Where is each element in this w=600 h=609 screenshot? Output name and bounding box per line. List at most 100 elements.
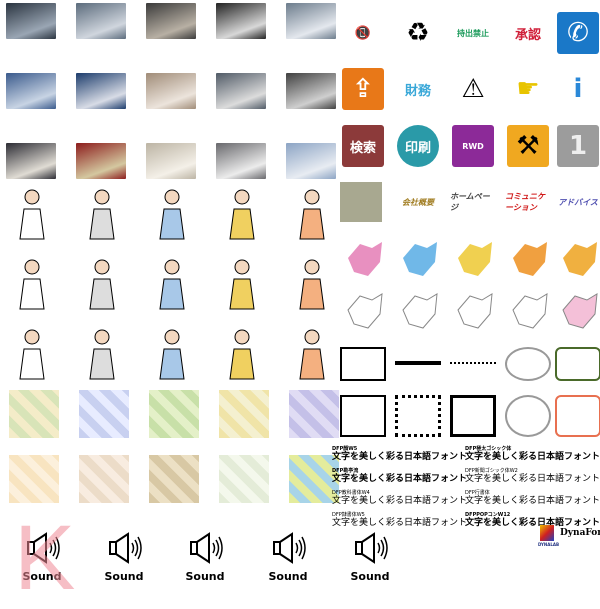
doctor-illustration[interactable] (4, 185, 60, 241)
photo-meeting[interactable] (76, 73, 126, 109)
pensive-man-illustration[interactable] (144, 325, 200, 381)
conversation-illustration[interactable] (214, 255, 270, 311)
photo-airplane[interactable] (286, 143, 336, 179)
map-region-pink[interactable] (342, 238, 386, 282)
banner-communication[interactable]: コミュニケーション (505, 192, 551, 212)
pattern-tile[interactable] (289, 390, 339, 438)
map-region-orange[interactable] (507, 238, 551, 282)
sound-button[interactable]: Sound (94, 530, 154, 583)
pattern-tile[interactable] (79, 390, 129, 438)
icon-label: ⇪ (352, 74, 374, 104)
map-outline-4[interactable] (507, 290, 551, 334)
font-sample-text: 文字を美しく彩る日本語フォント (465, 452, 600, 462)
pattern-tile[interactable] (9, 390, 59, 438)
waving-woman-illustration[interactable] (74, 255, 130, 311)
device-illustration[interactable] (4, 255, 60, 311)
font-sample-text: 文字を美しく彩る日本語フォント (332, 518, 468, 528)
photo-computer-work[interactable] (6, 73, 56, 109)
sound-button[interactable]: Sound (175, 530, 235, 583)
font-sample-text: 文字を美しく彩る日本語フォント (332, 452, 468, 462)
corner-ornament[interactable] (340, 347, 386, 381)
photo-writing[interactable] (6, 143, 56, 179)
icon-label: ⚒ (516, 131, 540, 161)
phone-man-illustration[interactable] (284, 255, 340, 311)
photo-office-people[interactable] (146, 3, 196, 39)
banner-gold[interactable]: 会社概要 (395, 193, 441, 211)
pattern-tile[interactable] (149, 455, 199, 503)
speech-bubble-frame[interactable] (505, 347, 551, 381)
dotted-line[interactable] (450, 362, 496, 364)
banner-label: アドバイス (558, 197, 598, 207)
map-outline-2[interactable] (397, 290, 441, 334)
approved-stamp[interactable]: 承認 (507, 12, 549, 54)
map-region-gold[interactable] (557, 238, 600, 282)
photo-business-crowd[interactable] (6, 3, 56, 39)
icon-label: RWD (462, 141, 484, 151)
photo-passport-money[interactable] (76, 143, 126, 179)
recycle-icon[interactable]: ♻ (397, 12, 439, 54)
brush-frame[interactable] (555, 395, 600, 437)
photo-planner[interactable] (216, 143, 266, 179)
sound-label: Sound (104, 570, 144, 583)
monitor-button[interactable] (340, 182, 382, 222)
laptop-illustration[interactable] (74, 185, 130, 241)
photo-business-card[interactable] (286, 73, 336, 109)
search-button[interactable]: 検索 (342, 125, 384, 167)
exit-sign-icon[interactable]: ⇪ (342, 68, 384, 110)
map-japan[interactable] (557, 290, 600, 334)
finance-stamp[interactable]: 財務 (397, 68, 439, 110)
speaker-icon (109, 532, 142, 564)
banner-label: コミュニケーション (505, 192, 545, 212)
reading-man-illustration[interactable] (4, 325, 60, 381)
dotted-frame[interactable] (395, 395, 441, 437)
photo-businessmen[interactable] (216, 3, 266, 39)
sound-button[interactable]: Sound (340, 530, 400, 583)
pattern-tile[interactable] (9, 455, 59, 503)
map-outline-3[interactable] (452, 290, 496, 334)
warning-icon[interactable]: ⚠ (452, 68, 494, 110)
no-phone-icon[interactable]: 📵 (342, 12, 384, 54)
photo-notebook-pen[interactable] (146, 143, 196, 179)
pattern-tile[interactable] (79, 455, 129, 503)
print-button[interactable]: 印刷 (397, 125, 439, 167)
speaker-icon (273, 532, 306, 564)
lace-corner[interactable] (450, 395, 496, 437)
photo-handshake[interactable] (216, 73, 266, 109)
font-sample-text: 文字を美しく彩る日本語フォント (465, 474, 600, 484)
pattern-tile[interactable] (219, 390, 269, 438)
sound-label: Sound (268, 570, 308, 583)
map-outline-1[interactable] (342, 290, 386, 334)
map-region-yellow[interactable] (452, 238, 496, 282)
no-takeout-stamp[interactable]: 持出禁止 (452, 12, 494, 54)
line-ornament[interactable] (395, 361, 441, 365)
stamp-frame[interactable] (505, 395, 551, 437)
dynalab-logo-mark (540, 525, 554, 541)
phone-icon[interactable]: ✆ (557, 12, 599, 54)
construction-sign-icon[interactable]: ⚒ (507, 125, 549, 167)
pointing-hand-icon[interactable]: ☛ (507, 68, 549, 110)
info-icon[interactable]: i (557, 68, 599, 110)
standing-woman-illustration[interactable] (284, 325, 340, 381)
map-region-blue[interactable] (397, 238, 441, 282)
banner-advice[interactable]: アドバイス (555, 193, 600, 211)
pattern-tile[interactable] (219, 455, 269, 503)
family-illustration[interactable] (74, 325, 130, 381)
black-frame[interactable] (340, 395, 386, 437)
banner-label: 会社概要 (402, 197, 434, 207)
jumping-woman-illustration[interactable] (214, 185, 270, 241)
desk-worker-illustration[interactable] (214, 325, 270, 381)
pattern-tile[interactable] (149, 390, 199, 438)
thinking-man-illustration[interactable] (144, 255, 200, 311)
building-illustration[interactable] (144, 185, 200, 241)
font-sample-text: 文字を美しく彩る日本語フォント (332, 474, 468, 484)
meeting-table-illustration[interactable] (284, 185, 340, 241)
photo-hands-paper[interactable] (146, 73, 196, 109)
rewind-button[interactable]: RWD (452, 125, 494, 167)
floral-frame[interactable] (555, 347, 600, 381)
font-sample: DFP行書体 文字を美しく彩る日本語フォント (465, 490, 600, 506)
banner-home[interactable]: ホームページ (450, 192, 496, 212)
photo-crosswalk[interactable] (76, 3, 126, 39)
number-one-icon[interactable]: 1 (557, 125, 599, 167)
photo-atrium[interactable] (286, 3, 336, 39)
sound-button[interactable]: Sound (258, 530, 318, 583)
